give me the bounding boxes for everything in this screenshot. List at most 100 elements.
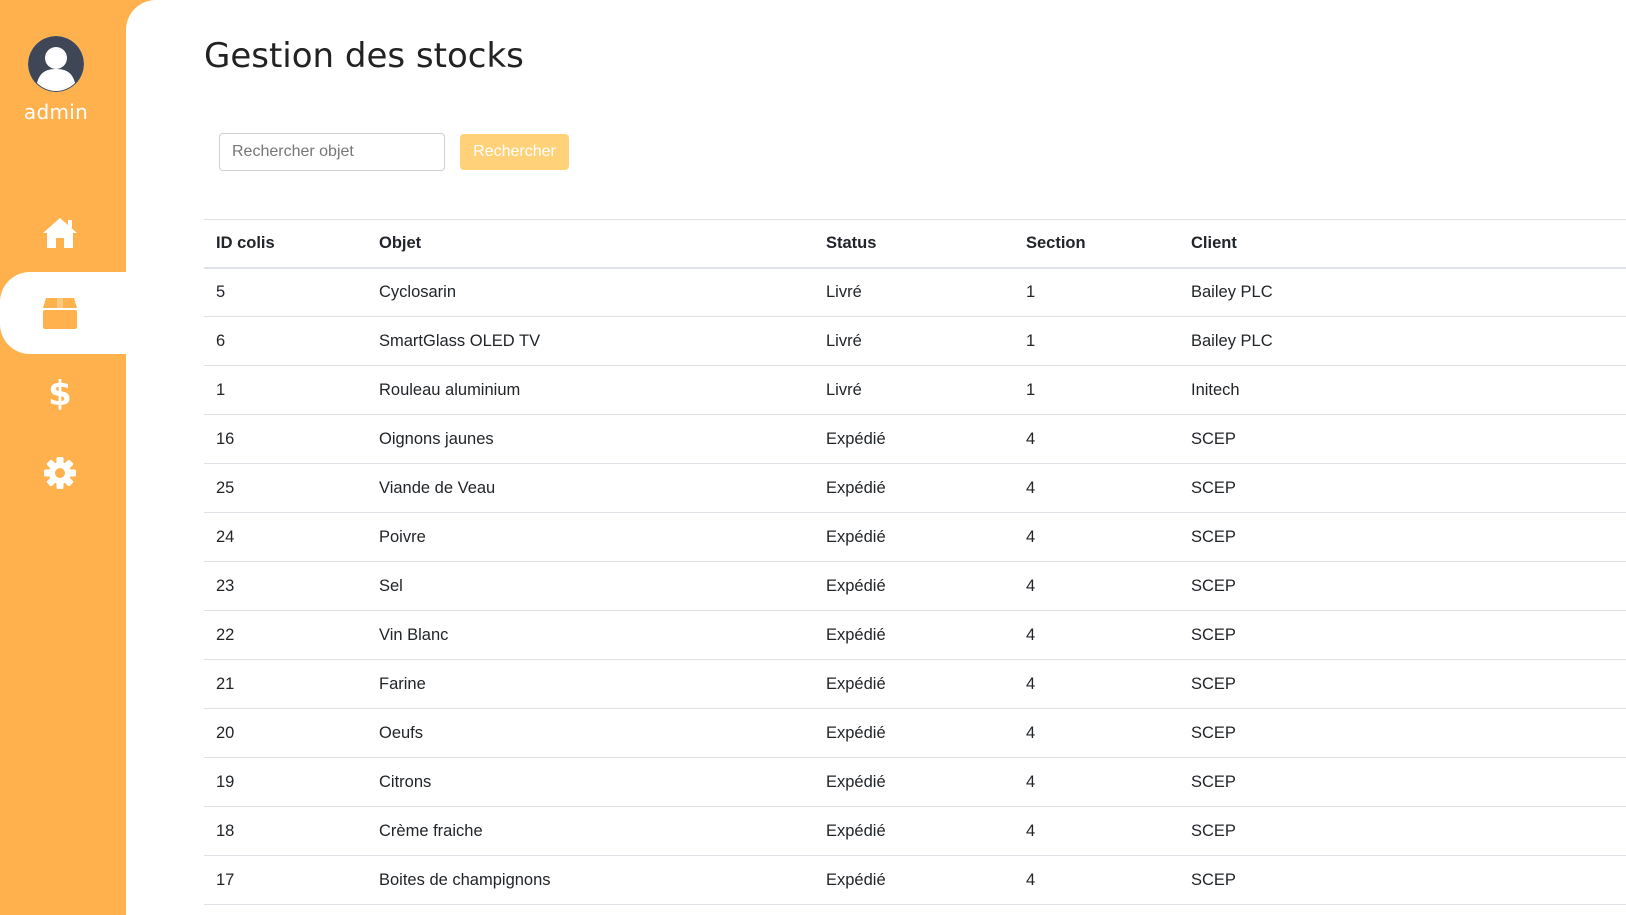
table-row[interactable]: 23 Sel Expédié 4 SCEP [204,561,1626,611]
cell-object: Oignons jaunes [367,414,814,464]
cell-client: SCEP [1179,708,1626,758]
cell-section: 4 [1014,414,1179,464]
cell-id: 23 [204,561,367,611]
cell-object: Viande de Veau [367,463,814,513]
cell-status: Expédié [814,855,1014,905]
cell-status: Expédié [814,708,1014,758]
table-row[interactable]: 19 Citrons Expédié 4 SCEP [204,757,1626,807]
cell-client: SCEP [1179,855,1626,905]
cell-status: Expédié [814,463,1014,513]
cell-object: Cyclosarin [367,267,814,317]
table-row[interactable]: 21 Farine Expédié 4 SCEP [204,659,1626,709]
cell-section: 4 [1014,610,1179,660]
stock-table: ID colis Objet Status Section Client 5 Cy… [204,219,1626,905]
username: admin [23,100,89,124]
cell-client: SCEP [1179,463,1626,513]
cell-id: 1 [204,365,367,415]
cell-object: SmartGlass OLED TV [367,316,814,366]
cell-id: 18 [204,806,367,856]
cell-object: Farine [367,659,814,709]
cell-status: Expédié [814,659,1014,709]
cell-section: 4 [1014,463,1179,513]
cell-id: 20 [204,708,367,758]
cell-id: 6 [204,316,367,366]
cell-status: Expédié [814,561,1014,611]
nav-settings[interactable] [0,432,126,514]
cell-section: 4 [1014,855,1179,905]
table-row[interactable]: 18 Crème fraiche Expédié 4 SCEP [204,806,1626,856]
search-button[interactable]: Rechercher [460,134,569,170]
cell-section: 4 [1014,659,1179,709]
cell-object: Rouleau aluminium [367,365,814,415]
cell-id: 5 [204,267,367,317]
cell-object: Poivre [367,512,814,562]
cell-status: Livré [814,365,1014,415]
column-header-status[interactable]: Status [814,219,1014,269]
cell-status: Livré [814,267,1014,317]
cell-client: Bailey PLC [1179,316,1626,366]
nav-home[interactable] [0,192,126,274]
home-icon [41,216,79,250]
cell-section: 4 [1014,512,1179,562]
table-header-row: ID colis Objet Status Section Client [204,219,1626,269]
cell-id: 25 [204,463,367,513]
cell-status: Expédié [814,512,1014,562]
cell-client: SCEP [1179,806,1626,856]
table-row[interactable]: 5 Cyclosarin Livré 1 Bailey PLC [204,267,1626,317]
table-row[interactable]: 24 Poivre Expédié 4 SCEP [204,512,1626,562]
cell-client: Initech [1179,365,1626,415]
cell-status: Expédié [814,806,1014,856]
gear-icon [43,456,77,490]
cell-client: SCEP [1179,561,1626,611]
user-profile[interactable]: admin [0,36,112,124]
sidebar: admin $ [0,0,126,915]
cell-id: 24 [204,512,367,562]
nav-finance[interactable]: $ [0,351,126,433]
user-avatar-icon[interactable] [28,36,84,92]
search-input[interactable] [219,133,445,171]
cell-section: 4 [1014,561,1179,611]
cell-section: 1 [1014,365,1179,415]
cell-client: Bailey PLC [1179,267,1626,317]
cell-section: 4 [1014,806,1179,856]
cell-id: 21 [204,659,367,709]
column-header-client[interactable]: Client [1179,219,1626,269]
svg-text:$: $ [49,374,71,410]
cell-id: 22 [204,610,367,660]
table-row[interactable]: 16 Oignons jaunes Expédié 4 SCEP [204,414,1626,464]
column-header-section[interactable]: Section [1014,219,1179,269]
cell-client: SCEP [1179,512,1626,562]
table-row[interactable]: 20 Oeufs Expédié 4 SCEP [204,708,1626,758]
box-icon [42,296,78,330]
table-row[interactable]: 17 Boites de champignons Expédié 4 SCEP [204,855,1626,905]
dollar-icon: $ [49,374,71,410]
cell-object: Vin Blanc [367,610,814,660]
cell-status: Expédié [814,414,1014,464]
cell-client: SCEP [1179,414,1626,464]
main-content: Gestion des stocks Rechercher ID colis O… [126,0,1626,915]
table-row[interactable]: 25 Viande de Veau Expédié 4 SCEP [204,463,1626,513]
column-header-object[interactable]: Objet [367,219,814,269]
table-row[interactable]: 6 SmartGlass OLED TV Livré 1 Bailey PLC [204,316,1626,366]
column-header-id[interactable]: ID colis [204,219,367,269]
cell-section: 1 [1014,316,1179,366]
cell-section: 4 [1014,757,1179,807]
cell-object: Crème fraiche [367,806,814,856]
cell-object: Boites de champignons [367,855,814,905]
cell-client: SCEP [1179,659,1626,709]
cell-status: Livré [814,316,1014,366]
nav-stock[interactable] [0,272,126,354]
page-title: Gestion des stocks [204,36,524,76]
cell-id: 19 [204,757,367,807]
cell-client: SCEP [1179,757,1626,807]
cell-object: Oeufs [367,708,814,758]
table-row[interactable]: 22 Vin Blanc Expédié 4 SCEP [204,610,1626,660]
cell-status: Expédié [814,757,1014,807]
table-row[interactable]: 1 Rouleau aluminium Livré 1 Initech [204,365,1626,415]
cell-client: SCEP [1179,610,1626,660]
cell-status: Expédié [814,610,1014,660]
cell-section: 1 [1014,267,1179,317]
cell-object: Sel [367,561,814,611]
cell-object: Citrons [367,757,814,807]
cell-section: 4 [1014,708,1179,758]
